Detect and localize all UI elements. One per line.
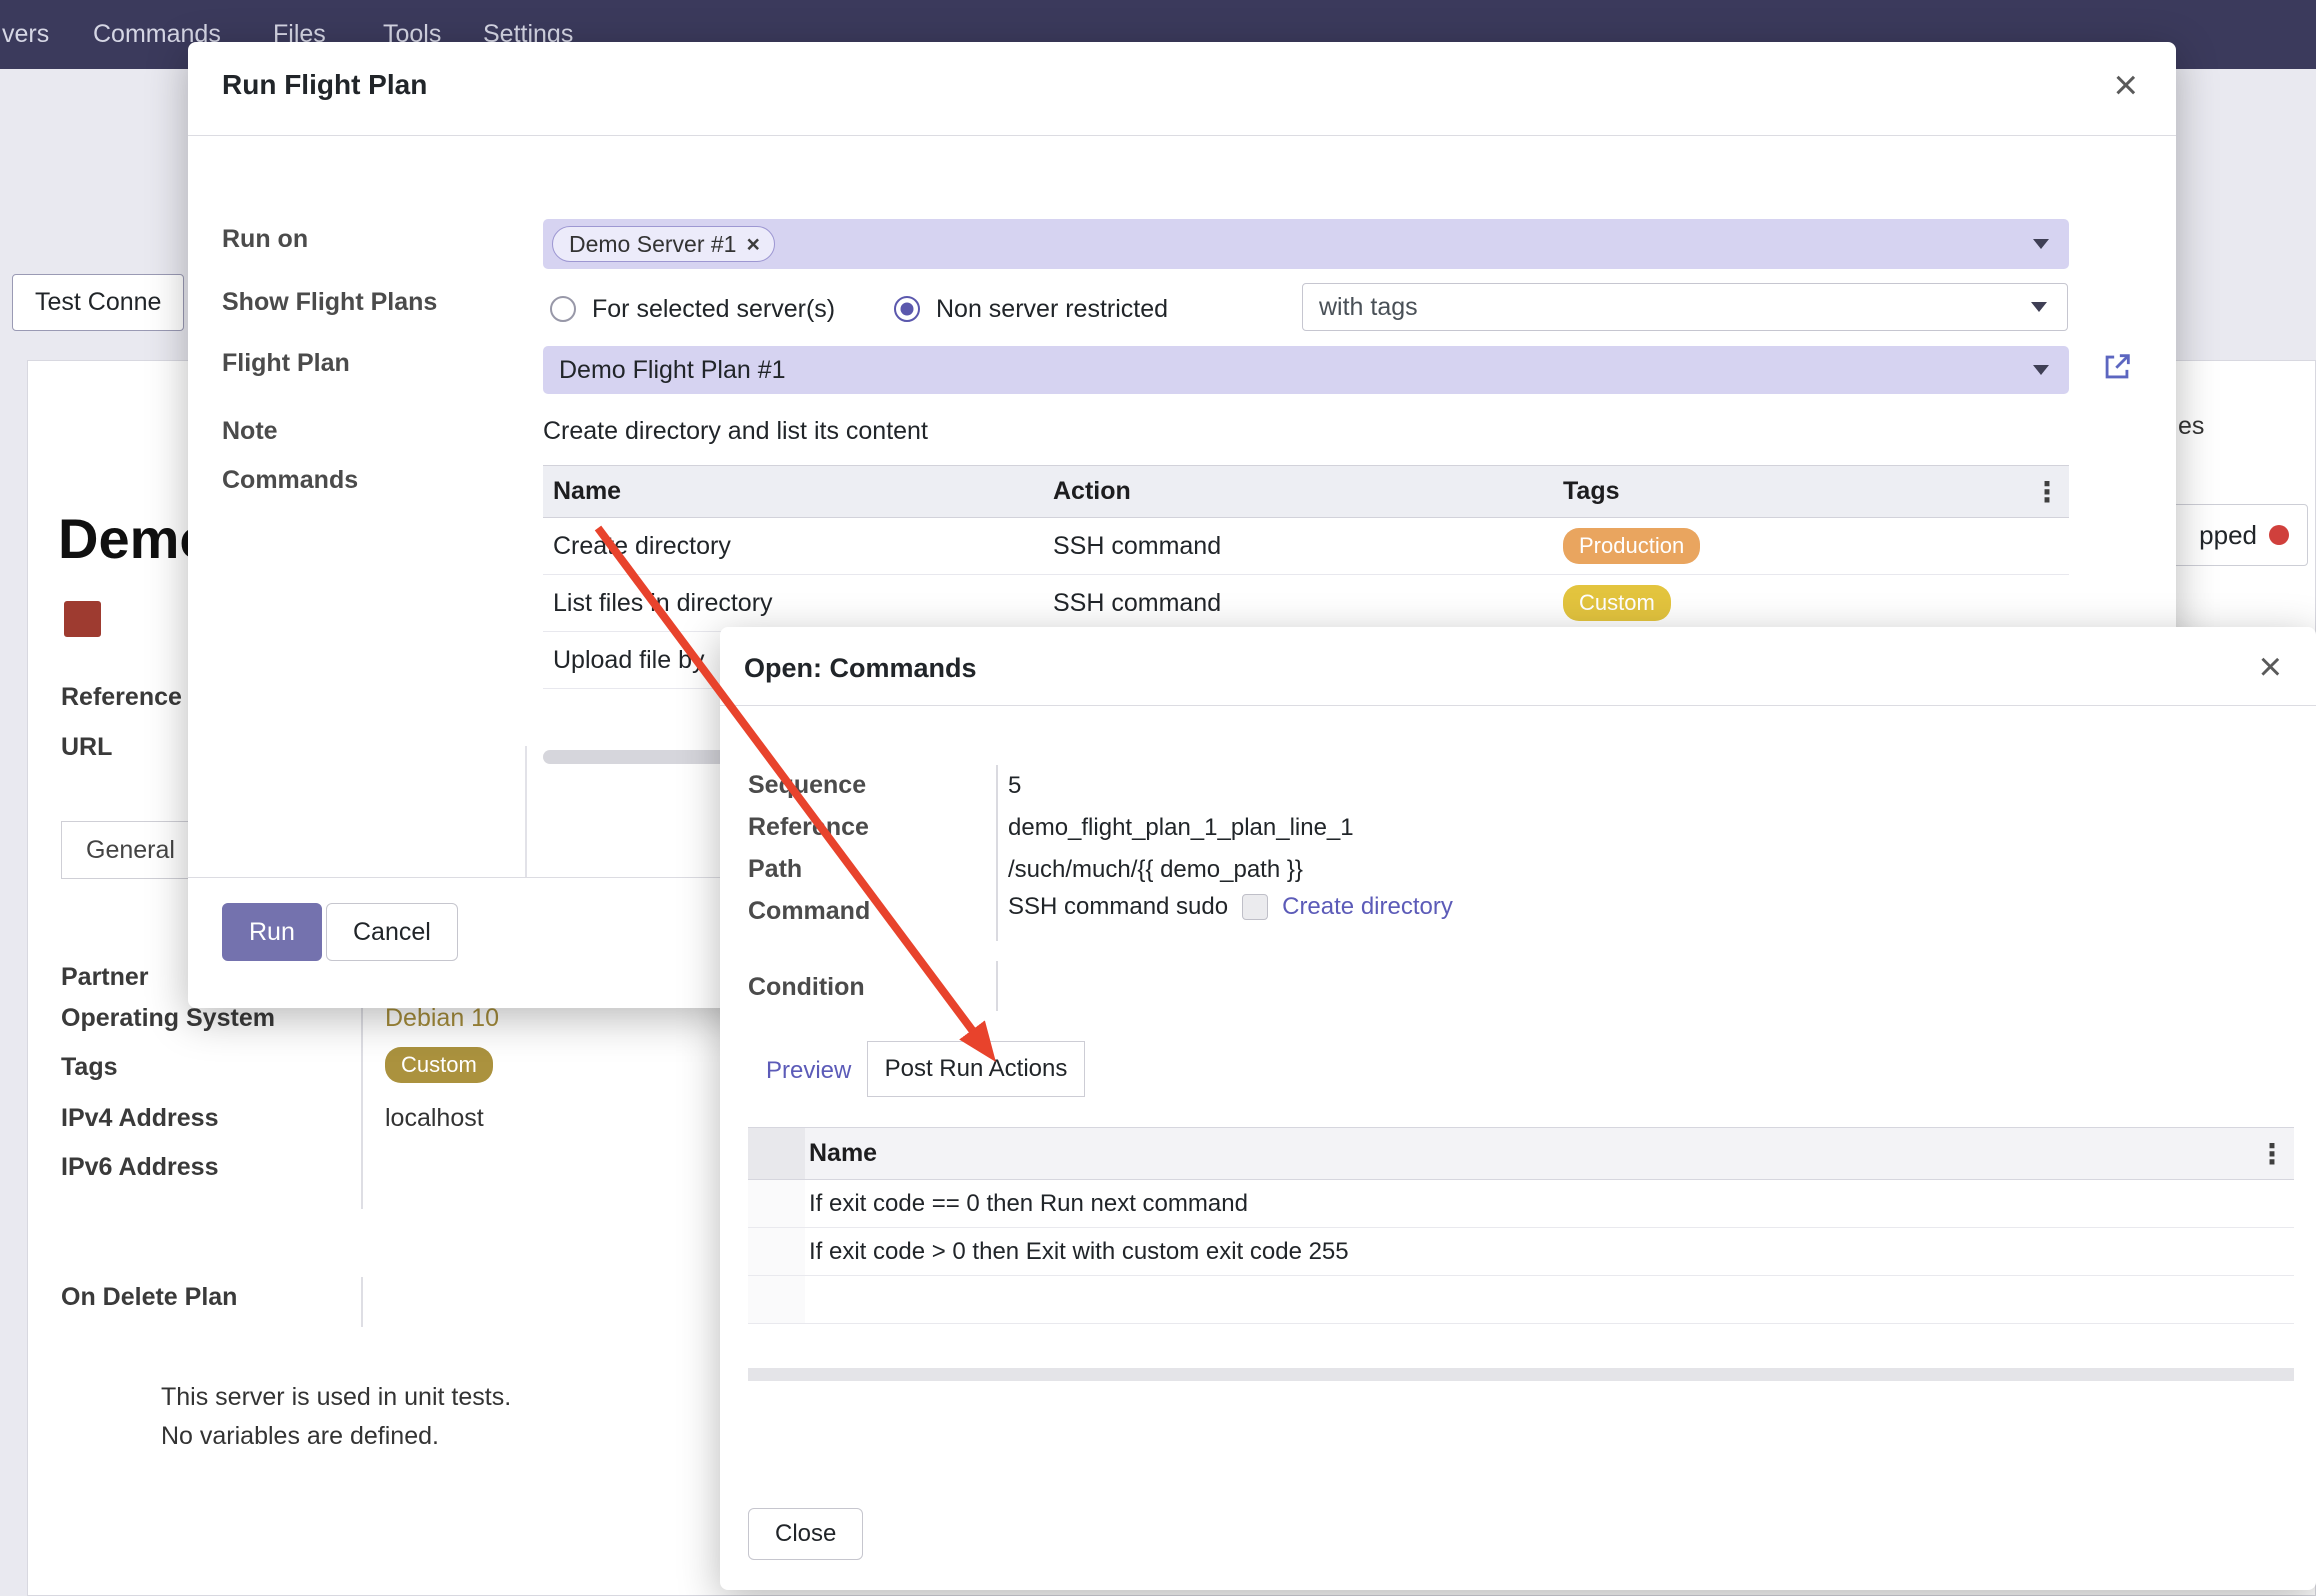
server-chip: Demo Server #1 ×: [552, 226, 775, 262]
path-value: /such/much/{{ demo_path }}: [1008, 856, 1303, 884]
with-tags-select[interactable]: with tags: [1302, 283, 2068, 331]
table-row-empty[interactable]: [748, 1276, 2294, 1324]
run-on-label: Run on: [222, 225, 308, 254]
command-action: SSH command: [1053, 532, 1563, 561]
modal-title: Open: Commands: [744, 653, 977, 684]
table-row[interactable]: List files in directory SSH command Cust…: [543, 575, 2069, 632]
url-label: URL: [61, 733, 112, 762]
modal-title: Run Flight Plan: [222, 69, 427, 101]
show-flight-plans-label: Show Flight Plans: [222, 288, 437, 317]
field-divider: [996, 961, 998, 1011]
radio-label-for-selected-servers: For selected server(s): [592, 296, 835, 322]
open-commands-modal: Open: Commands × Sequence Reference Path…: [720, 627, 2316, 1590]
column-name: Name: [543, 477, 1053, 506]
post-run-actions-table: Name ⋮ If exit code == 0 then Run next c…: [748, 1127, 2294, 1324]
handle-cell: [748, 1228, 805, 1275]
table-row[interactable]: If exit code == 0 then Run next command: [748, 1180, 2294, 1228]
close-icon[interactable]: ×: [2259, 647, 2282, 687]
command-value-row: SSH command sudo Create directory: [1008, 893, 1453, 921]
server-chip-label: Demo Server #1: [569, 231, 736, 258]
handle-cell: [748, 1180, 805, 1227]
note-label: Note: [222, 417, 278, 446]
tab-post-run-actions[interactable]: Post Run Actions: [867, 1041, 1085, 1097]
header-divider: [720, 705, 2316, 706]
kebab-menu-icon[interactable]: ⋮: [2258, 1137, 2286, 1170]
run-on-field[interactable]: Demo Server #1 ×: [543, 219, 2069, 269]
radio-non-server-restricted[interactable]: [894, 296, 920, 322]
create-directory-link[interactable]: Create directory: [1282, 893, 1453, 921]
flight-plan-select[interactable]: Demo Flight Plan #1: [543, 346, 2069, 394]
kebab-menu-icon[interactable]: ⋮: [2033, 475, 2061, 508]
flight-plan-label: Flight Plan: [222, 349, 350, 378]
column-tags: Tags: [1563, 477, 2069, 506]
commands-table-header: Name Action Tags ⋮: [543, 465, 2069, 518]
command-name: Create directory: [543, 532, 1053, 561]
ipv6-label: IPv6 Address: [61, 1153, 218, 1182]
color-swatch[interactable]: [64, 601, 101, 637]
test-connection-button[interactable]: Test Conne: [12, 274, 184, 331]
tags-label: Tags: [61, 1053, 118, 1082]
external-link-icon[interactable]: [2100, 350, 2134, 384]
table-row[interactable]: If exit code > 0 then Exit with custom e…: [748, 1228, 2294, 1276]
partial-text: es: [2178, 412, 2204, 441]
tab-general-label: General: [86, 836, 175, 865]
reference-label: Reference: [61, 683, 182, 712]
commands-label: Commands: [222, 466, 358, 495]
checkbox[interactable]: [1242, 894, 1268, 920]
radio-for-selected-servers[interactable]: [550, 296, 576, 322]
command-label: Command: [748, 897, 870, 926]
column-action: Action: [1053, 477, 1563, 506]
chevron-down-icon[interactable]: [2031, 302, 2047, 312]
remove-chip-icon[interactable]: ×: [746, 231, 759, 258]
flight-plan-value: Demo Flight Plan #1: [559, 356, 786, 385]
run-button[interactable]: Run: [222, 903, 322, 961]
variables-note: No variables are defined.: [161, 1422, 439, 1451]
column-name: Name: [805, 1139, 877, 1168]
production-badge: Production: [1563, 528, 1700, 564]
horizontal-scrollbar[interactable]: [748, 1368, 2294, 1381]
table-row[interactable]: Create directory SSH command Production: [543, 518, 2069, 575]
unit-test-note: This server is used in unit tests.: [161, 1383, 511, 1412]
command-name: List files in directory: [543, 589, 1053, 618]
command-action: SSH command: [1053, 589, 1563, 618]
command-value: SSH command sudo: [1008, 893, 1228, 921]
ipv4-value: localhost: [385, 1104, 484, 1133]
nav-item-servers[interactable]: vers: [2, 0, 49, 69]
close-button[interactable]: Close: [748, 1508, 863, 1560]
sequence-label: Sequence: [748, 771, 866, 800]
handle-column: [748, 1128, 805, 1179]
note-value: Create directory and list its content: [543, 417, 928, 446]
action-name: If exit code == 0 then Run next command: [805, 1190, 1248, 1218]
with-tags-placeholder: with tags: [1319, 293, 1418, 322]
status-label: pped: [2199, 520, 2257, 551]
reference-label: Reference: [748, 813, 869, 842]
action-name: If exit code > 0 then Exit with custom e…: [805, 1238, 1349, 1266]
partner-label: Partner: [61, 963, 149, 992]
status-dot-icon: [2269, 525, 2289, 545]
on-delete-plan-label: On Delete Plan: [61, 1283, 237, 1312]
field-divider: [996, 765, 998, 941]
sequence-value: 5: [1008, 772, 1021, 800]
close-icon[interactable]: ×: [2113, 64, 2138, 106]
chevron-down-icon[interactable]: [2033, 239, 2049, 249]
ipv4-label: IPv4 Address: [61, 1104, 218, 1133]
radio-label-non-server-restricted: Non server restricted: [936, 296, 1168, 322]
column-separator: [525, 746, 527, 878]
path-label: Path: [748, 855, 802, 884]
tab-preview[interactable]: Preview: [766, 1057, 851, 1085]
cancel-button[interactable]: Cancel: [326, 903, 458, 961]
actions-table-header: Name ⋮: [748, 1127, 2294, 1180]
operating-system-link[interactable]: Debian 10: [385, 1004, 499, 1033]
handle-cell: [748, 1276, 805, 1323]
condition-label: Condition: [748, 973, 865, 1002]
tags-badge: Custom: [385, 1047, 493, 1083]
custom-badge: Custom: [1563, 585, 1671, 621]
field-divider: [361, 1277, 363, 1327]
chevron-down-icon[interactable]: [2033, 365, 2049, 375]
header-divider: [188, 135, 2176, 136]
operating-system-label: Operating System: [61, 1004, 275, 1033]
reference-value: demo_flight_plan_1_plan_line_1: [1008, 814, 1354, 842]
